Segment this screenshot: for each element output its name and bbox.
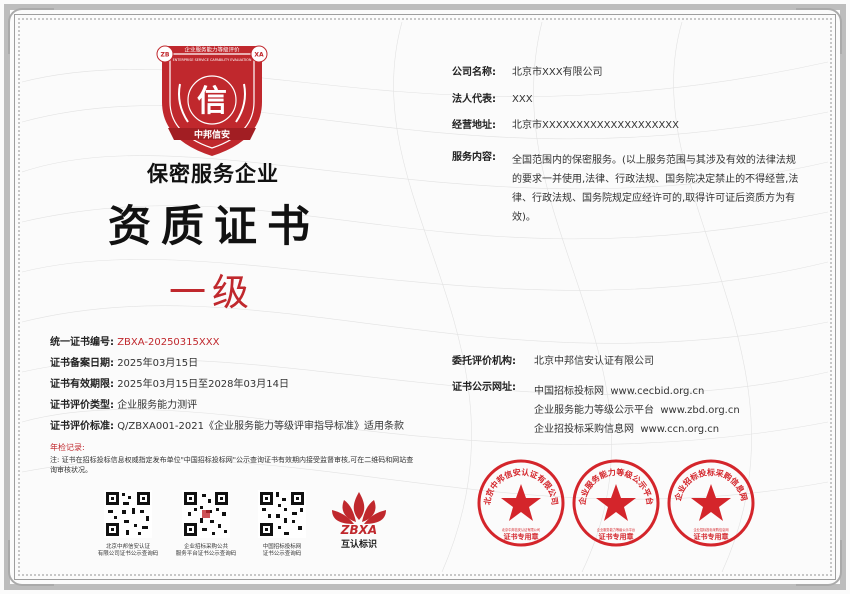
publish-site-name: 企业服务能力等级公示平台 (534, 405, 654, 416)
field-label: 公司名称: (452, 67, 496, 78)
field-evaluation-type: 证书评价类型: 企业服务能力测评 (50, 400, 197, 412)
field-value: 2025年03月15日至2028年03月14日 (117, 379, 289, 390)
field-business-address: 经营地址: 北京市XXXXXXXXXXXXXXXXXXXX (452, 120, 679, 132)
emblem-english-text: ENTERPRISE SERVICE CAPABILITY EVALUATION (173, 58, 252, 62)
qr-caption: 企业招标采购公共 服务平台证书公示查询码 (164, 544, 248, 558)
emblem-badge-right: XA (254, 52, 264, 59)
field-label: 服务内容: (452, 152, 496, 163)
field-legal-representative: 法人代表: XXX (452, 94, 533, 106)
zbxa-letters: ZBXA (340, 523, 377, 537)
qr-code-icon[interactable] (258, 490, 306, 538)
qr-caption-line: 企业招标采购公共 (183, 544, 228, 550)
field-label: 法人代表: (452, 94, 496, 105)
official-seal-stamp: 企业招标投标采购信息网 企业招标投标采购信息网 证书专用章 (667, 459, 755, 547)
certificate-note: 注: 证书在招标投标信息权威指定发布单位"中国招标投标网"公示查询证书有效期内接… (50, 456, 414, 474)
field-label: 委托评价机构: (452, 356, 516, 367)
certificate-grade: 一级 (169, 271, 255, 314)
seal-inner-text: 企业招标投标采购信息网 (693, 527, 728, 532)
field-label: 证书评价类型: (50, 400, 114, 411)
certificate: 企业服务能力等级评价 ENTERPRISE SERVICE CAPABILITY… (0, 0, 850, 594)
field-company-name: 公司名称: 北京市XXX有限公司 (452, 67, 603, 79)
seal-center-text: 证书专用章 (694, 532, 729, 541)
publish-site: 企业招投标采购信息网 www.ccn.org.cn (534, 420, 719, 435)
qr-code-icon[interactable] (182, 490, 230, 538)
field-evaluation-agency: 委托评价机构: 北京中邦信安认证有限公司 (452, 356, 654, 368)
field-value: XXX (512, 94, 533, 105)
qr-caption-line: 服务平台证书公示查询码 (175, 551, 237, 557)
seal-inner-text: 企业服务能力等级公示平台 (597, 527, 635, 532)
publish-site-url[interactable]: www.zbd.org.cn (660, 405, 739, 416)
qr-code-icon[interactable] (104, 490, 152, 538)
publish-site-name: 中国招标投标网 (534, 386, 604, 397)
field-value: 北京中邦信安认证有限公司 (534, 356, 654, 367)
qr-caption-line: 北京中邦信安认证 (105, 544, 150, 550)
field-label: 经营地址: (452, 120, 496, 131)
publish-site: 企业服务能力等级公示平台 www.zbd.org.cn (534, 401, 740, 416)
mutual-recognition-logo: ZBXA 互认标识 (332, 492, 386, 550)
publish-site: 中国招标投标网 www.cecbid.org.cn (534, 382, 704, 397)
qr-caption: 北京中邦信安认证 有限公司证书公示查询码 (86, 544, 170, 558)
field-value: 2025年03月15日 (117, 358, 199, 369)
publish-site-url[interactable]: www.cecbid.org.cn (610, 386, 704, 397)
field-filing-date: 证书备案日期: 2025年03月15日 (50, 358, 198, 370)
emblem-badge-left: ZB (161, 52, 170, 59)
zbxa-caption: 互认标识 (341, 538, 377, 550)
field-value: 北京市XXX有限公司 (512, 67, 603, 78)
field-label: 统一证书编号: (50, 337, 114, 348)
official-seal-stamp: 企业服务能力等级公示平台 企业服务能力等级公示平台 证书专用章 (572, 459, 660, 547)
emblem-character: 信 (197, 84, 227, 119)
field-value: 企业服务能力测评 (117, 400, 198, 411)
field-label: 证书评价标准: (50, 421, 114, 432)
qr-caption-line: 中国招标投标网 (262, 544, 302, 550)
field-validity-period: 证书有效期限: 2025年03月15日至2028年03月14日 (50, 379, 289, 391)
qr-caption: 中国招标投标网 证书公示查询码 (240, 544, 324, 558)
emblem-ribbon-text: 中邦信安 (194, 129, 230, 141)
field-label: 证书公示网址: (452, 382, 516, 393)
field-service-scope-label: 服务内容: (452, 152, 496, 164)
field-value: ZBXA-20250315XXX (117, 337, 220, 348)
annual-inspection-label: 年检记录: (50, 443, 85, 452)
field-certificate-number: 统一证书编号: ZBXA-20250315XXX (50, 337, 219, 349)
certificate-title: 资质证书 (108, 202, 320, 252)
official-seal-stamp: 北京中邦信安认证有限公司 北京中邦信安认证有限公司 证书专用章 (477, 459, 565, 547)
publish-site-url[interactable]: www.ccn.org.cn (640, 424, 719, 435)
field-value: Q/ZBXA001-2021《企业服务能力等级评审指导标准》适用条款 (117, 421, 404, 432)
field-label: 证书有效期限: (50, 379, 114, 390)
service-scope-text: 全国范围内的保密服务。(以上服务范围与其涉及有效的法律法规的要求一并使用,法律、… (512, 155, 799, 223)
certificate-subtitle: 保密服务企业 (147, 161, 279, 186)
qr-caption-line: 证书公示查询码 (262, 551, 302, 557)
field-label: 证书备案日期: (50, 358, 114, 369)
seal-inner-text: 北京中邦信安认证有限公司 (502, 527, 540, 532)
emblem-top-text: 企业服务能力等级评价 (184, 46, 240, 54)
zhongbang-xinan-emblem: 企业服务能力等级评价 ENTERPRISE SERVICE CAPABILITY… (156, 45, 268, 156)
field-value: 北京市XXXXXXXXXXXXXXXXXXXX (512, 120, 680, 131)
seal-center-text: 证书专用章 (599, 532, 634, 541)
field-publish-url-label: 证书公示网址: (452, 382, 516, 394)
seal-center-text: 证书专用章 (504, 532, 539, 541)
qr-caption-line: 有限公司证书公示查询码 (97, 551, 159, 557)
publish-site-name: 企业招投标采购信息网 (534, 424, 634, 435)
field-evaluation-standard: 证书评价标准: Q/ZBXA001-2021《企业服务能力等级评审指导标准》适用… (50, 421, 404, 433)
